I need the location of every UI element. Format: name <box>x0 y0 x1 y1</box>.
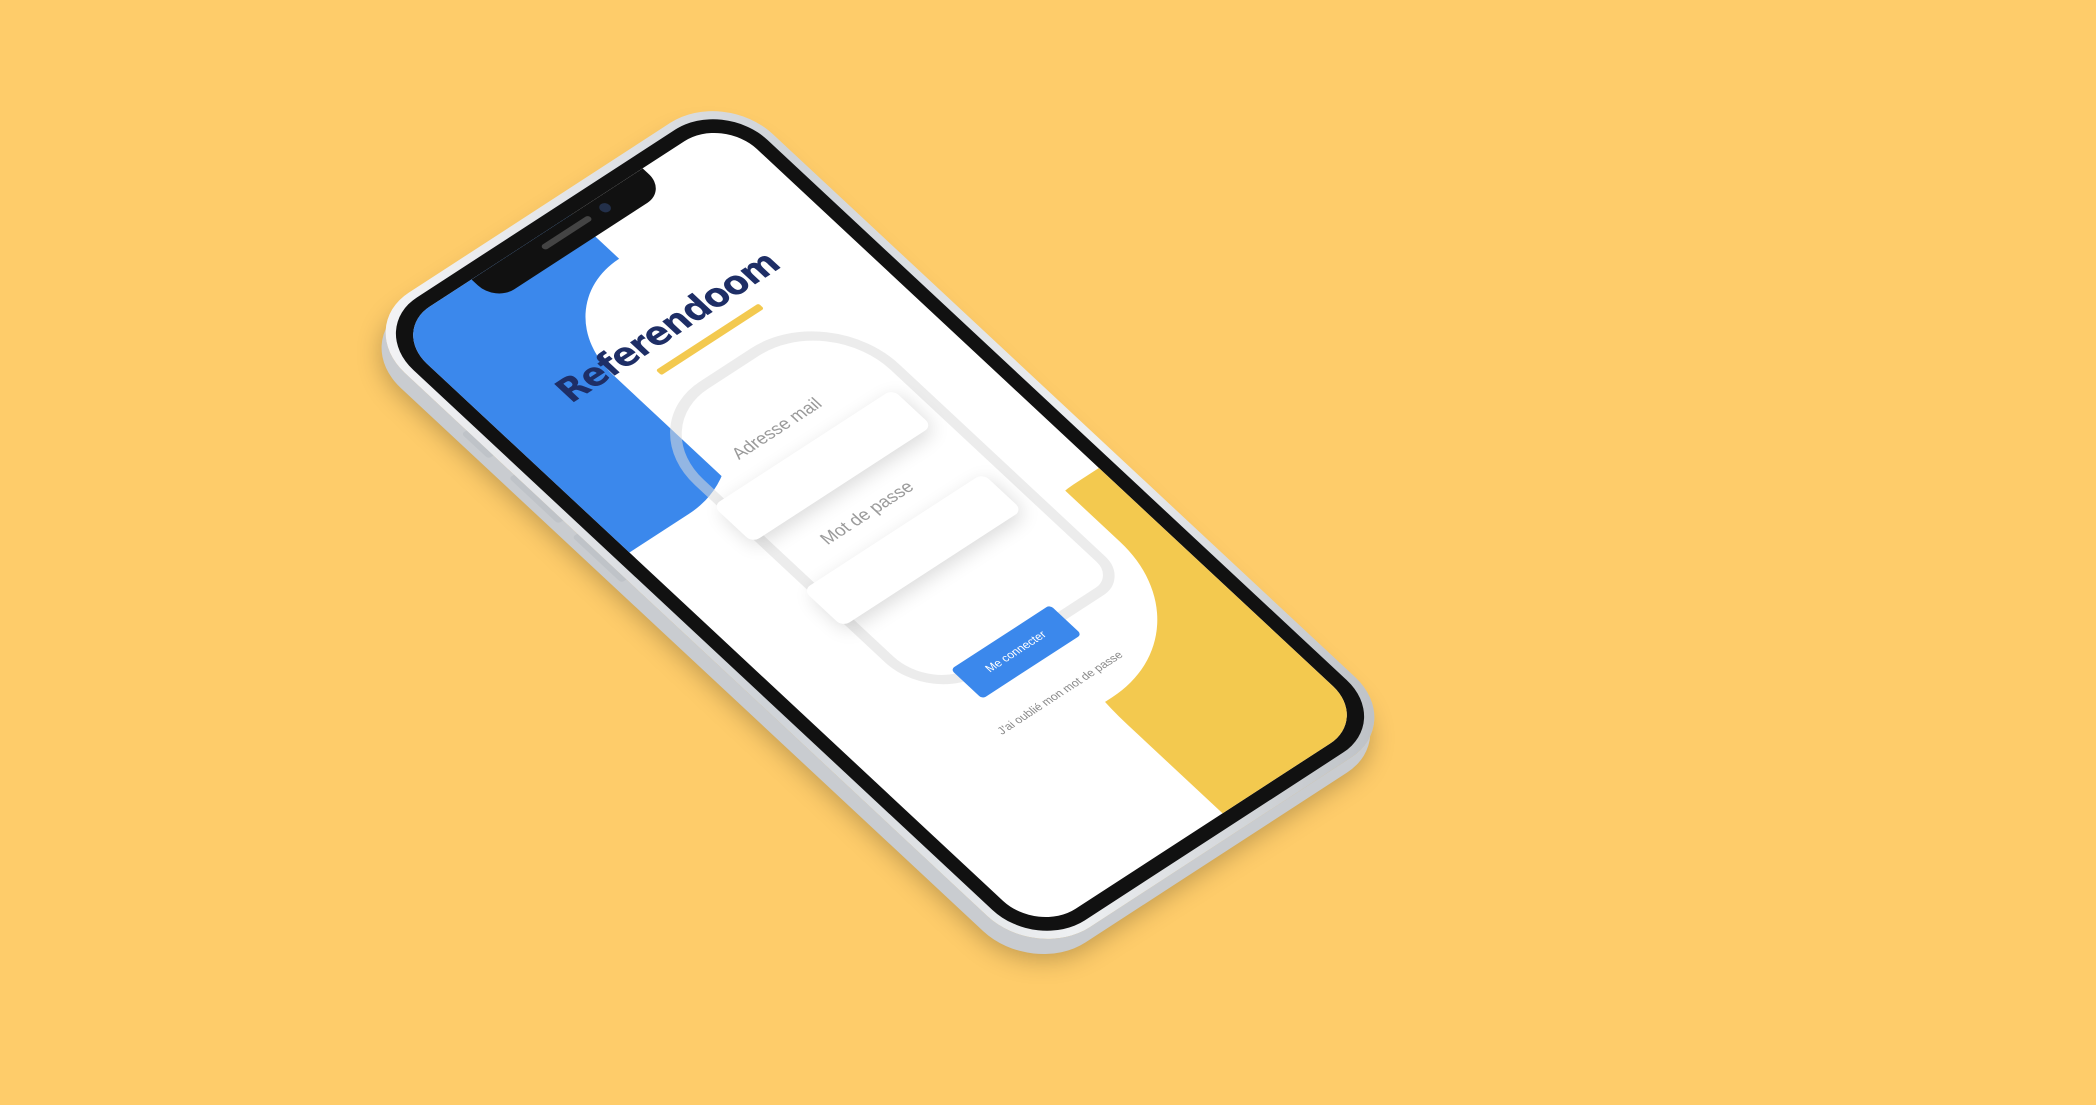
camera-icon <box>596 201 614 215</box>
mockup-background: Referendoom Adresse mail Mot de passe Me… <box>0 0 2096 1105</box>
phone-device: Referendoom Adresse mail Mot de passe Me… <box>355 88 1405 962</box>
